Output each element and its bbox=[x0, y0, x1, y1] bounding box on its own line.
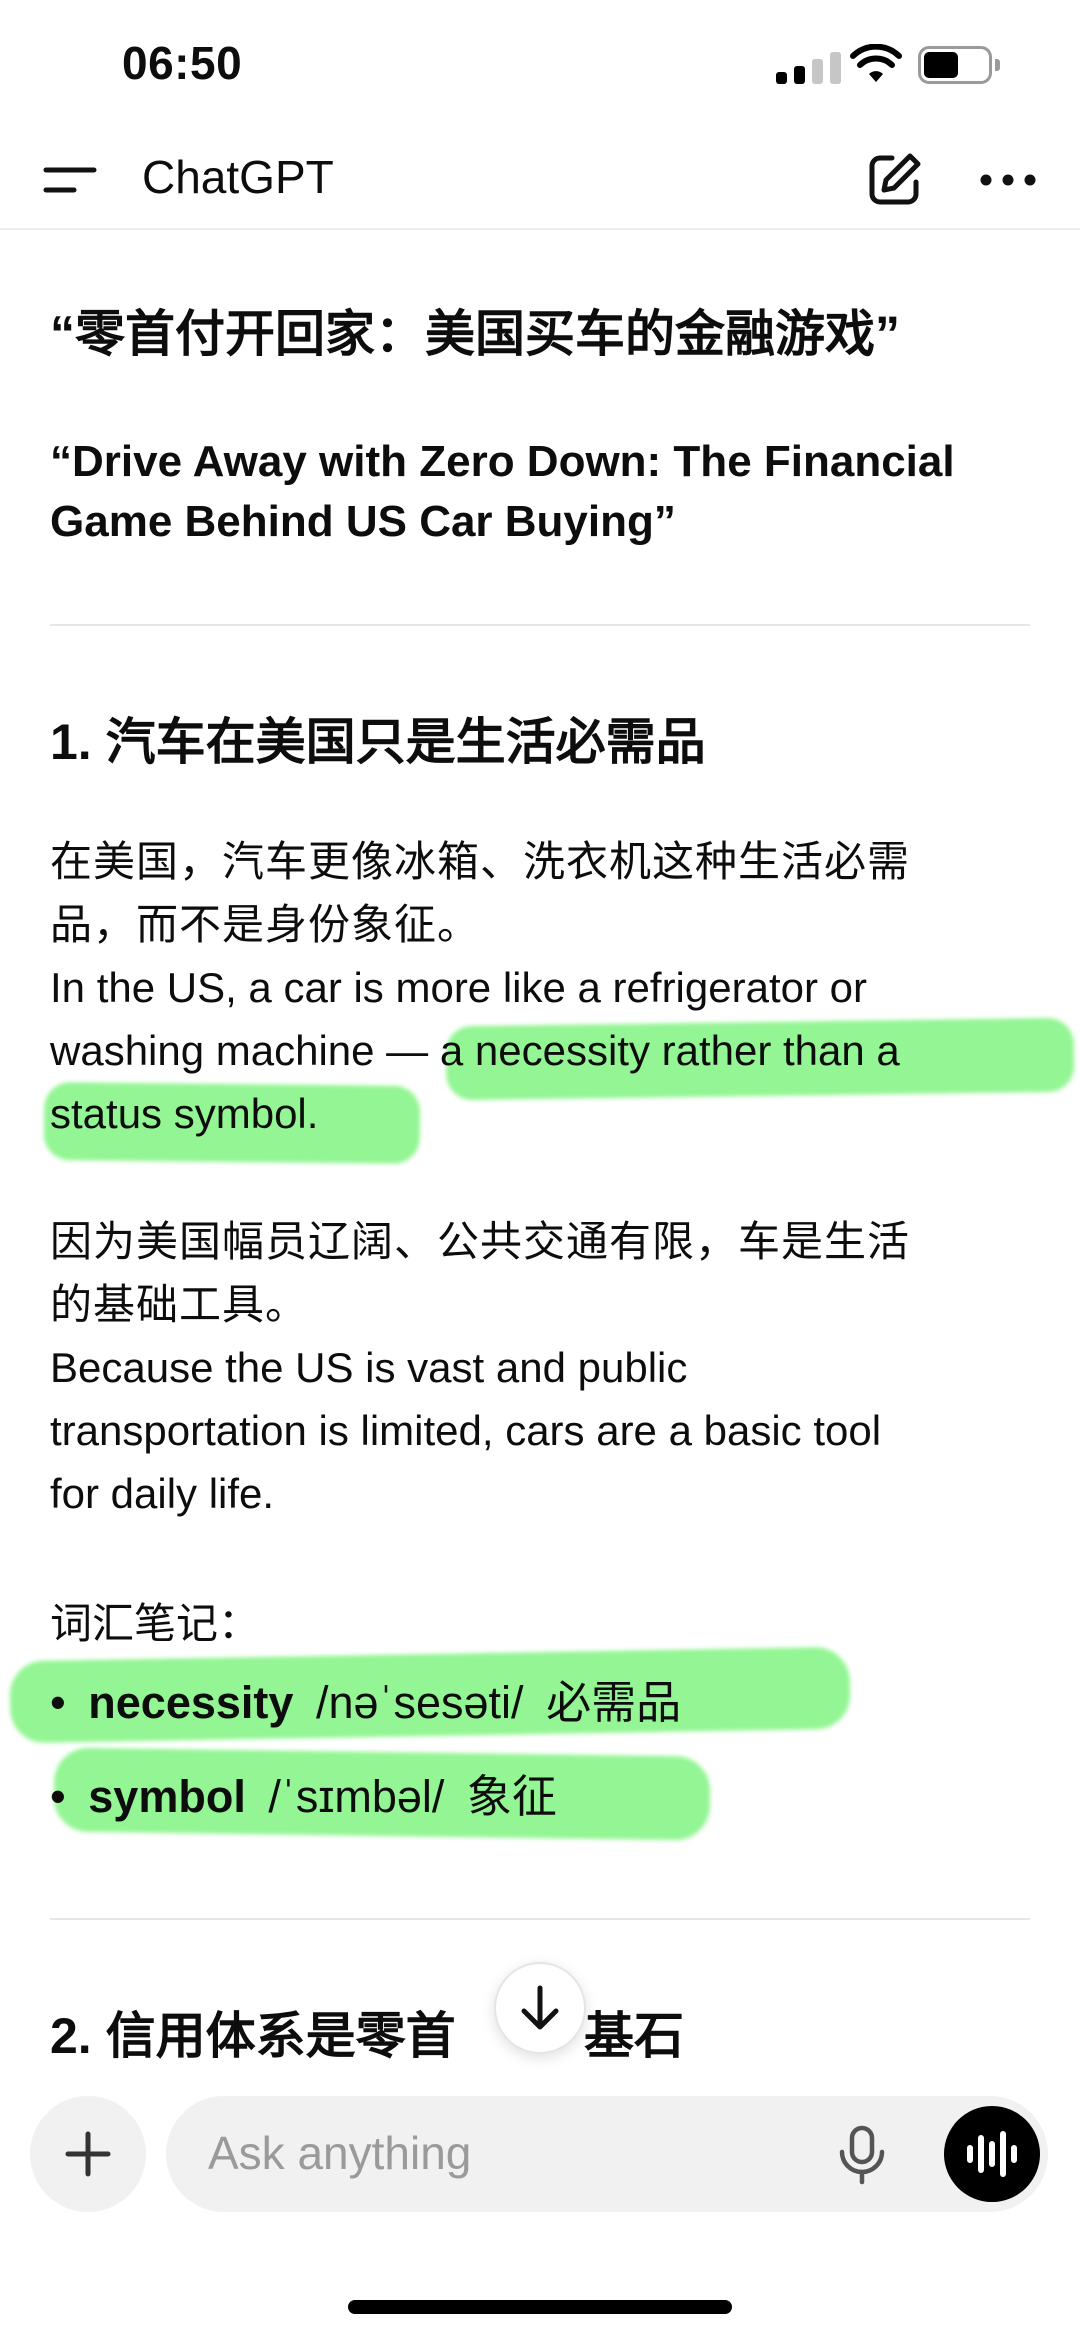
paragraph-line: washing machine — a necessity rather tha… bbox=[50, 1027, 900, 1074]
paragraph-line: Because the US is vast and public bbox=[50, 1344, 688, 1391]
chat-screen: 06:50 ChatGPT “零首付开回家：美国买车的金融游戏” “Drive … bbox=[0, 0, 1080, 2337]
article-title-en: “Drive Away with Zero Down: The Financia… bbox=[50, 437, 955, 546]
mic-icon[interactable] bbox=[830, 2122, 894, 2186]
wifi-icon bbox=[850, 44, 902, 82]
message-input[interactable]: Ask anything bbox=[166, 2096, 1048, 2212]
app-title[interactable]: ChatGPT bbox=[142, 150, 334, 204]
divider bbox=[50, 1918, 1030, 1920]
scroll-to-bottom-button[interactable] bbox=[494, 1962, 586, 2054]
paragraph-line: status symbol. bbox=[50, 1090, 319, 1137]
cellular-signal-icon bbox=[776, 52, 842, 84]
arrow-down-icon bbox=[521, 1985, 559, 2030]
bullet: • bbox=[50, 1677, 66, 1728]
vocab-item: • symbol /ˈsɪmbəl/ 象征 bbox=[50, 1760, 557, 1825]
compose-icon[interactable] bbox=[862, 148, 926, 212]
vocab-meaning: 必需品 bbox=[546, 1677, 682, 1728]
paragraph-line: for daily life. bbox=[50, 1470, 275, 1517]
paragraph-line: 的基础工具。 bbox=[50, 1281, 309, 1328]
menu-icon[interactable] bbox=[40, 154, 100, 206]
vocab-ipa: /ˈsɪmbəl/ bbox=[268, 1771, 445, 1822]
message-input-placeholder: Ask anything bbox=[208, 2127, 472, 2179]
plus-icon bbox=[65, 2131, 111, 2177]
vocab-word: necessity bbox=[88, 1677, 294, 1728]
app-header: ChatGPT bbox=[0, 130, 1080, 230]
vocab-ipa: /nəˈsesəti/ bbox=[315, 1677, 524, 1728]
vocab-item: • necessity /nəˈsesəti/ 必需品 bbox=[50, 1666, 681, 1731]
paragraph-line: transportation is limited, cars are a ba… bbox=[50, 1407, 882, 1454]
vocab-meaning: 象征 bbox=[466, 1771, 557, 1822]
home-indicator[interactable] bbox=[348, 2300, 732, 2314]
more-icon[interactable] bbox=[972, 148, 1044, 212]
article-title-zh: “零首付开回家：美国买车的金融游戏” bbox=[50, 306, 900, 362]
voice-mode-button[interactable] bbox=[944, 2106, 1040, 2202]
paragraph-line: 品，而不是身份象征。 bbox=[50, 901, 481, 948]
section-heading: 1. 汽车在美国只是生活必需品 bbox=[50, 714, 706, 770]
paragraph: 在美国，汽车更像冰箱、洗衣机这种生活必需 品，而不是身份象征。 In the U… bbox=[50, 830, 1030, 1145]
vocab-label: 词汇笔记： bbox=[50, 1600, 261, 1647]
vocab-word: symbol bbox=[88, 1771, 246, 1822]
message-content: “零首付开回家：美国买车的金融游戏” “Drive Away with Zero… bbox=[0, 232, 1080, 2062]
battery-icon bbox=[918, 46, 1000, 84]
section-heading-partial-right: 基石 bbox=[584, 2008, 684, 2062]
status-bar: 06:50 bbox=[0, 0, 1080, 130]
paragraph: 因为美国幅员辽阔、公共交通有限，车是生活 的基础工具。 Because the … bbox=[50, 1210, 1030, 1525]
paragraph-line: In the US, a car is more like a refriger… bbox=[50, 964, 867, 1011]
voice-mode-icon bbox=[967, 2131, 1017, 2177]
paragraph-line: 因为美国幅员辽阔、公共交通有限，车是生活 bbox=[50, 1218, 911, 1265]
status-time: 06:50 bbox=[122, 37, 243, 89]
add-attachment-button[interactable] bbox=[30, 2096, 146, 2212]
bullet: • bbox=[50, 1771, 66, 1822]
paragraph-line: 在美国，汽车更像冰箱、洗衣机这种生活必需 bbox=[50, 838, 911, 885]
section-heading-partial-left: 2. 信用体系是零首 bbox=[50, 2008, 456, 2062]
divider bbox=[50, 624, 1030, 626]
